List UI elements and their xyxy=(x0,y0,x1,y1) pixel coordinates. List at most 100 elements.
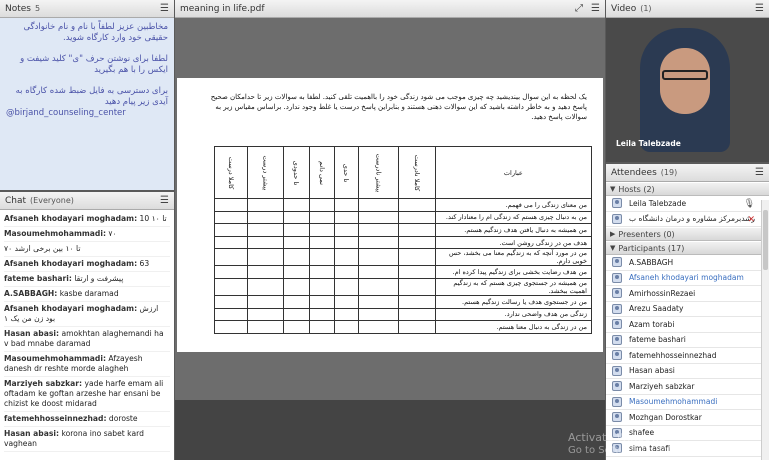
microphone-icon: 🎙 xyxy=(743,199,755,209)
participants-section[interactable]: ▼ Participants (17) xyxy=(606,241,769,255)
survey-answer-cell xyxy=(333,277,359,296)
survey-answer-cell xyxy=(397,210,436,225)
video-count: (1) xyxy=(640,4,652,13)
chat-header: Chat (Everyone) ☰ xyxy=(0,192,174,210)
survey-answer-cell xyxy=(283,320,310,334)
attendees-scrollbar[interactable] xyxy=(761,200,769,460)
participant-row[interactable]: Hasan abasi xyxy=(606,364,769,379)
video-feed[interactable]: Leila Talebzade xyxy=(606,18,769,162)
notes-header: Notes 5 ☰ xyxy=(0,0,174,18)
chat-message: fatemehhosseinnezhad: doroste xyxy=(4,414,170,427)
survey-answer-cell xyxy=(397,320,436,334)
participant-row[interactable]: fatemehhosseinnezhad xyxy=(606,348,769,364)
pod-menu-icon[interactable]: ☰ xyxy=(755,167,764,178)
participant-row[interactable]: fateme bashari xyxy=(606,333,769,348)
chat-message: Afsaneh khodayari moghadam: ارزش بود زن … xyxy=(4,304,170,327)
pod-menu-icon[interactable]: ☰ xyxy=(755,3,764,14)
survey-statement: من همیشه به دنبال یافتن هدف زندگیم هستم. xyxy=(434,223,593,237)
survey-answer-cell xyxy=(333,235,359,250)
survey-column-header: کاملا نادرست xyxy=(397,146,436,199)
survey-row: زندگی من هدف واضحی ندارد. xyxy=(213,307,593,322)
survey-answer-cell xyxy=(397,277,436,296)
survey-answer-cell xyxy=(213,248,249,267)
document-pod: meaning in life.pdf ⤢ ☰ یک لحظه به این س… xyxy=(175,0,605,460)
collapse-triangle-icon: ▼ xyxy=(610,185,616,193)
survey-answer-cell xyxy=(308,210,335,225)
participant-row[interactable]: Arezu Saadaty xyxy=(606,302,769,317)
chat-message: fateme bashari: پیشرفت و ارتقا xyxy=(4,274,170,287)
survey-answer-cell xyxy=(308,307,335,322)
hosts-section[interactable]: ▼ Hosts (2) xyxy=(606,182,769,196)
survey-answer-cell xyxy=(283,198,310,212)
survey-column-header: تا حدودی xyxy=(283,146,310,199)
survey-answer-cell xyxy=(308,265,335,279)
survey-answer-cell xyxy=(283,223,310,237)
survey-answer-cell xyxy=(213,320,249,334)
survey-column-header: تا حدی xyxy=(333,146,359,199)
survey-answer-cell xyxy=(283,265,310,279)
survey-answer-cell xyxy=(357,294,399,309)
survey-answer-cell xyxy=(357,277,399,296)
attendees-pod: Attendees (19) ☰ ▼ Hosts (2) Leila Talebz… xyxy=(606,164,769,460)
pod-menu-icon[interactable]: ☰ xyxy=(160,195,169,206)
survey-answer-cell xyxy=(247,277,285,296)
survey-statement: من هدف رضایت بخشی برای زندگیم پیدا کرده … xyxy=(434,265,593,279)
survey-table: کاملا درست بیشتر درست تا حدودی نمی دانم تا ح… xyxy=(213,146,593,334)
scrollbar-thumb[interactable] xyxy=(763,210,768,270)
chat-sender: Afsaneh khodayari moghadam: xyxy=(4,259,138,268)
presenter-name: Leila Talebzade xyxy=(616,139,681,148)
host-row[interactable]: رشدبرمرکز مشاوره و درمان دانشگاه ب ✕ xyxy=(606,212,769,227)
survey-answer-cell xyxy=(333,198,359,212)
chat-sender: A.SABBAGH: xyxy=(4,289,58,298)
user-icon xyxy=(612,396,622,407)
participant-row[interactable]: A.SABBAGH xyxy=(606,255,769,271)
pod-menu-icon[interactable]: ☰ xyxy=(160,3,169,14)
chat-sender: Masoumehmohammadi: xyxy=(4,354,106,363)
participant-row[interactable]: Masoumehmohammadi xyxy=(606,395,769,410)
document-page[interactable]: یک لحظه به این سوال بیندیشید چه چیزی موج… xyxy=(177,78,603,352)
participant-name: Afsaneh khodayari moghadam xyxy=(629,273,744,283)
chat-message: ۷۰ تا ۱۰ بین برخی ارشد xyxy=(4,244,170,257)
participant-name: Azam torabi xyxy=(629,319,675,329)
presenter-face xyxy=(660,48,710,114)
pod-menu-icon[interactable]: ☰ xyxy=(591,3,600,14)
participant-row[interactable]: AmirhossinRezaei xyxy=(606,286,769,302)
survey-answer-cell xyxy=(333,265,359,279)
participant-name: fateme bashari xyxy=(629,335,686,345)
participant-row[interactable]: Azam torabi xyxy=(606,317,769,333)
survey-answer-cell xyxy=(283,307,310,322)
chat-sender: fateme bashari: xyxy=(4,274,72,283)
user-icon xyxy=(612,365,622,376)
user-icon xyxy=(612,272,622,283)
survey-answer-cell xyxy=(357,210,399,225)
fullscreen-icon[interactable]: ⤢ xyxy=(575,3,583,14)
survey-answer-cell xyxy=(357,223,399,237)
survey-column-header: بیشتر نادرست xyxy=(357,146,399,199)
chat-sender: Afsaneh khodayari moghadam: xyxy=(4,214,138,223)
survey-answer-cell xyxy=(333,294,359,309)
chat-text: kasbe daramad xyxy=(59,289,119,298)
chat-sender: Hasan abasi: xyxy=(4,429,60,438)
participant-name: A.SABBAGH xyxy=(629,257,674,267)
participant-row[interactable]: Afsaneh khodayari moghadam xyxy=(606,271,769,286)
presenters-section[interactable]: ▶ Presenters (0) xyxy=(606,227,769,241)
survey-answer-cell xyxy=(247,265,285,279)
notes-body[interactable]: مخاطبین عزیز لطفاً با نام و نام خانوادگی… xyxy=(0,18,174,190)
survey-answer-cell xyxy=(213,210,249,225)
participant-name: Hasan abasi xyxy=(629,366,675,376)
survey-answer-cell xyxy=(247,223,285,237)
survey-answer-cell xyxy=(283,235,310,250)
survey-answer-cell xyxy=(333,320,359,334)
collapse-triangle-icon: ▼ xyxy=(610,244,616,252)
host-row[interactable]: Leila Talebzade 🎙 xyxy=(606,196,769,212)
survey-answer-cell xyxy=(247,198,285,212)
chat-text: ۷۰ xyxy=(108,229,117,238)
participant-row[interactable]: Marziyeh sabzkar xyxy=(606,379,769,395)
participant-row[interactable]: Mozhgan Dorostkar xyxy=(606,410,769,426)
survey-row: من همیشه به دنبال یافتن هدف زندگیم هستم. xyxy=(213,223,593,237)
user-icon xyxy=(612,350,622,361)
attendees-title: Attendees xyxy=(611,167,657,178)
document-scroll-area[interactable] xyxy=(175,400,605,460)
user-icon xyxy=(612,412,622,423)
chat-messages[interactable]: Afsaneh khodayari moghadam: 10 ۱۰ تا Maso… xyxy=(0,210,174,460)
